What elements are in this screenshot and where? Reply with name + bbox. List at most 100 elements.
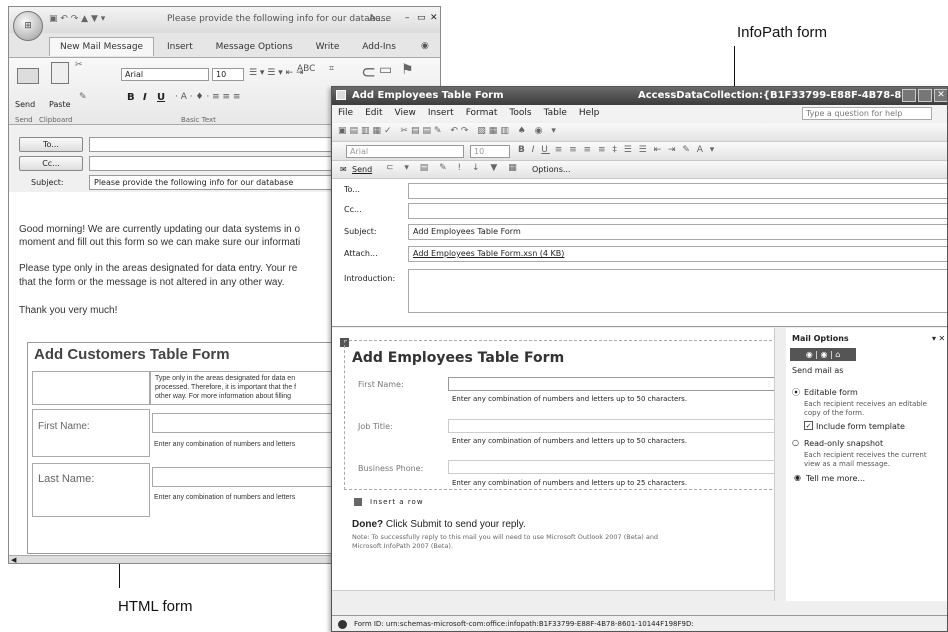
readonly-label: Read-only snapshot: [804, 439, 884, 448]
follow-up-flag-icon[interactable]: ⚑: [401, 62, 414, 78]
help-icon[interactable]: ◉: [421, 41, 429, 51]
infopath-mail-window: Add Employees Table Form AccessDataColle…: [331, 86, 948, 632]
status-icon: [338, 620, 347, 629]
font-size-select[interactable]: 10: [470, 145, 510, 158]
last-name-hint: Enter any combination of numbers and let…: [154, 494, 296, 501]
font-name-select[interactable]: Arial: [121, 68, 209, 81]
readonly-desc: Each recipient receives the current: [804, 451, 927, 459]
font-color-icons[interactable]: · A · ♦ · ≡ ≡ ≡: [175, 92, 240, 102]
font-size-select[interactable]: 10: [212, 68, 244, 81]
cc-field[interactable]: [408, 203, 947, 219]
horizontal-scrollbar[interactable]: [332, 590, 774, 601]
insert-row-link[interactable]: Insert a row: [370, 498, 424, 506]
bold-button[interactable]: B: [127, 92, 135, 103]
ribbon-tabs: New Mail Message Insert Message Options …: [49, 37, 406, 57]
to-button[interactable]: To...: [344, 185, 360, 194]
mail-toolbar: ✉ Send ⊂ ▾ ▤ ✎ ! ↓ ▼ ▦ Options...: [332, 161, 947, 179]
infopath-title-right: AccessDataCollection:{B1F33799-E88F-4B78…: [638, 90, 913, 101]
body-line: moment and fill out this form so we can …: [19, 237, 301, 248]
pane-nav-buttons[interactable]: ◉ | ◉ | ⌂: [790, 348, 856, 361]
subject-field[interactable]: Add Employees Table Form: [408, 224, 947, 240]
maximize-icon[interactable]: [918, 89, 932, 102]
help-search-box[interactable]: Type a question for help: [802, 107, 932, 120]
introduction-field[interactable]: [408, 269, 947, 313]
italic-button[interactable]: I: [143, 92, 147, 103]
pane-menu-icon[interactable]: ▾ ✕: [932, 334, 945, 343]
menu-help[interactable]: Help: [573, 105, 606, 121]
readonly-radio[interactable]: ○: [792, 438, 799, 447]
to-button[interactable]: To...: [19, 137, 83, 152]
attachment-link[interactable]: Add Employees Table Form.xsn (4 KB): [413, 249, 564, 258]
quick-access-icons[interactable]: ▣ ↶ ↷ ▲ ▼ ▾: [49, 14, 105, 24]
form-id-text: Form ID: urn:schemas-microsoft-com:offic…: [354, 620, 694, 628]
job-title-input[interactable]: [448, 419, 778, 433]
cc-button[interactable]: Cc...: [344, 205, 362, 214]
editable-form-label: Editable form: [804, 388, 858, 397]
options-button[interactable]: Options...: [532, 165, 571, 174]
business-phone-input[interactable]: [448, 460, 778, 474]
tab-insert[interactable]: Insert: [157, 38, 203, 56]
tab-write[interactable]: Write: [306, 38, 350, 56]
group-label-basic-text: Basic Text: [181, 116, 216, 124]
note-line: Note: To successfully reply to this mail…: [352, 533, 659, 541]
include-template-checkbox[interactable]: ✓: [804, 421, 813, 430]
tell-me-more-link[interactable]: Tell me more...: [806, 474, 865, 483]
help-icon: ◉: [794, 473, 801, 482]
attach-button[interactable]: Attach...: [344, 249, 378, 258]
first-name-input[interactable]: [448, 377, 778, 391]
infopath-form-area: Add Employees Table Form First Name: Ent…: [332, 328, 785, 601]
formatting-toolbar: Arial 10 B I U ≡ ≡ ≡ ≡ ‡ ☰ ☰ ⇤ ⇥ ✎ A ▾: [332, 142, 947, 161]
list-buttons[interactable]: ☰ ▾ ☰ ▾ ⇤ ⇥: [249, 68, 304, 78]
cc-button[interactable]: Cc...: [19, 156, 83, 171]
html-form-label-cell: [32, 409, 150, 457]
paste-button[interactable]: Paste: [49, 100, 71, 109]
menu-bar: File Edit View Insert Format Tools Table Help T…: [332, 105, 947, 122]
business-card-icon[interactable]: ▭: [379, 62, 392, 78]
spelling-icon[interactable]: ABC: [297, 64, 315, 74]
close-icon[interactable]: ✕: [934, 89, 947, 102]
attach-file-icon[interactable]: ⊂: [361, 62, 376, 83]
to-field[interactable]: [408, 183, 947, 199]
first-name-hint: Enter any combination of numbers and let…: [452, 395, 688, 403]
menu-format[interactable]: Format: [460, 105, 504, 121]
attachment-field[interactable]: Add Employees Table Form.xsn (4 KB): [408, 246, 947, 262]
standard-toolbar-icons[interactable]: ▣▤▥▦✓ ✂▤▤✎ ↶↷ ▧▦▥ ♠ ◉ ▾: [338, 126, 559, 136]
tab-message-options[interactable]: Message Options: [206, 38, 303, 56]
maximize-icon[interactable]: ▭: [417, 13, 426, 23]
menu-table[interactable]: Table: [538, 105, 573, 121]
outlook-title-right: Ac...: [369, 14, 389, 24]
cut-icon[interactable]: ✂: [75, 60, 83, 70]
body-line: Thank you very much!: [19, 305, 118, 316]
tab-add-ins[interactable]: Add-Ins: [352, 38, 406, 56]
menu-edit[interactable]: Edit: [359, 105, 388, 121]
html-form-title: Add Customers Table Form: [34, 346, 230, 363]
minimize-icon[interactable]: –: [405, 13, 410, 23]
send-button[interactable]: Send: [352, 165, 372, 174]
office-button[interactable]: ⊞: [13, 11, 43, 41]
address-book-icon[interactable]: ⌗: [329, 64, 334, 74]
tab-new-mail-message[interactable]: New Mail Message: [49, 37, 155, 56]
editable-form-desc: copy of the form.: [804, 409, 865, 417]
format-painter-icon[interactable]: ✎: [79, 92, 87, 102]
mail-toolbar-icons[interactable]: ⊂ ▾ ▤ ✎ ! ↓ ▼ ▦: [386, 163, 521, 173]
menu-insert[interactable]: Insert: [422, 105, 460, 121]
minimize-icon[interactable]: [902, 89, 916, 102]
close-icon[interactable]: ✕: [430, 13, 438, 23]
send-icon: [17, 68, 39, 84]
menu-tools[interactable]: Tools: [503, 105, 537, 121]
last-name-label: Last Name:: [38, 473, 95, 485]
vertical-scrollbar[interactable]: [774, 328, 785, 601]
body-line: Good morning! We are currently updating …: [19, 224, 301, 235]
scroll-left-icon[interactable]: ◀: [11, 556, 16, 563]
menu-view[interactable]: View: [389, 105, 422, 121]
done-message: Done? Click Submit to send your reply.: [352, 519, 526, 530]
send-button[interactable]: Send: [15, 100, 35, 109]
font-name-select[interactable]: Arial: [346, 145, 464, 158]
formatting-icons[interactable]: B I U ≡ ≡ ≡ ≡ ‡ ☰ ☰ ⇤ ⇥ ✎ A ▾: [518, 145, 716, 155]
standard-toolbar: ▣▤▥▦✓ ✂▤▤✎ ↶↷ ▧▦▥ ♠ ◉ ▾: [332, 123, 947, 142]
readonly-desc: view as a mail message.: [804, 460, 890, 468]
infopath-callout-line: [734, 46, 735, 86]
menu-file[interactable]: File: [332, 105, 359, 121]
underline-button[interactable]: U: [157, 92, 165, 103]
editable-form-radio[interactable]: ⦿: [792, 387, 800, 398]
